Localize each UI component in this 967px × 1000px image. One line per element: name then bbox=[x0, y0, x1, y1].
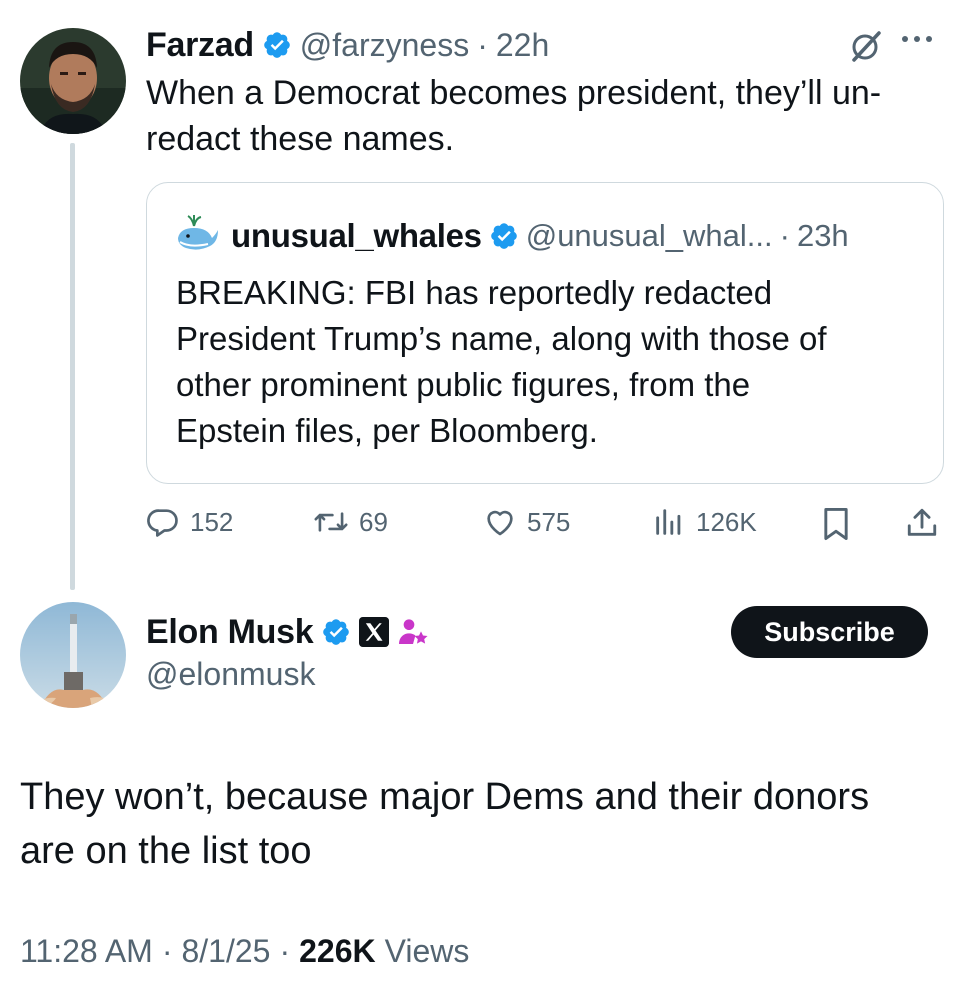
verified-badge-icon bbox=[489, 221, 519, 251]
reply-action[interactable]: 152 bbox=[146, 505, 233, 539]
quoted-text-line: BREAKING: FBI has reportedly redacted bbox=[176, 274, 773, 311]
parent-tweet-text: When a Democrat becomes president, they’… bbox=[146, 70, 946, 162]
parent-tweet-time[interactable]: 22h bbox=[496, 27, 549, 64]
thread-line bbox=[70, 143, 75, 590]
like-action[interactable]: 575 bbox=[483, 505, 570, 539]
reply-icon bbox=[146, 505, 180, 539]
timestamp-date[interactable]: 8/1/25 bbox=[181, 933, 270, 970]
quoted-text-line: other prominent public figures, from the bbox=[176, 366, 751, 403]
main-author-handle[interactable]: @elonmusk bbox=[146, 656, 315, 693]
main-tweet-text-line: They won’t, because major Dems and their… bbox=[20, 776, 870, 818]
separator-dot: · bbox=[161, 933, 173, 969]
bookmark-icon[interactable] bbox=[820, 506, 852, 547]
views-icon bbox=[652, 505, 686, 539]
parent-author-name[interactable]: Farzad bbox=[146, 26, 254, 65]
share-icon[interactable] bbox=[905, 505, 939, 546]
quoted-text-line: Epstein files, per Bloomberg. bbox=[176, 412, 598, 449]
main-tweet-header: Elon Musk bbox=[146, 609, 429, 655]
views-label: Views bbox=[384, 933, 470, 969]
repost-icon bbox=[313, 505, 349, 539]
tweet-meta: 11:28 AM · 8/1/25 · 226K Views bbox=[20, 933, 469, 970]
views-count: 126K bbox=[696, 506, 757, 537]
subscribe-button[interactable]: Subscribe bbox=[731, 606, 928, 658]
quoted-tweet-text: BREAKING: FBI has reportedly redacted Pr… bbox=[176, 270, 936, 454]
farzad-avatar[interactable] bbox=[20, 28, 126, 134]
reply-count: 152 bbox=[190, 506, 234, 537]
views-action[interactable]: 126K bbox=[652, 505, 757, 539]
x-logo-icon[interactable] bbox=[359, 617, 390, 647]
views-total: 226K bbox=[299, 933, 376, 969]
parent-tweet-text-line: redact these names. bbox=[146, 120, 455, 158]
whale-icon[interactable] bbox=[174, 212, 220, 258]
like-icon bbox=[483, 505, 517, 539]
repost-action[interactable]: 69 bbox=[313, 505, 388, 539]
main-tweet-text: They won’t, because major Dems and their… bbox=[20, 770, 950, 878]
parent-tweet-text-line: When a Democrat becomes president, they’… bbox=[146, 74, 882, 112]
elon-avatar[interactable] bbox=[20, 602, 126, 708]
grok-slash-icon[interactable] bbox=[848, 28, 884, 69]
separator-dot: · bbox=[779, 218, 790, 253]
parent-author-handle[interactable]: @farzyness bbox=[300, 27, 469, 64]
verified-badge-icon bbox=[321, 617, 351, 647]
main-author-name[interactable]: Elon Musk bbox=[146, 613, 314, 652]
like-count: 575 bbox=[527, 506, 571, 537]
parent-tweet-header: Farzad @farzyness · 22h bbox=[146, 23, 549, 67]
quoted-tweet-time[interactable]: 23h bbox=[797, 218, 849, 254]
main-tweet-text-line: are on the list too bbox=[20, 830, 312, 872]
repost-count: 69 bbox=[359, 506, 388, 537]
separator-dot: · bbox=[279, 933, 291, 969]
affiliate-icon[interactable] bbox=[397, 616, 429, 648]
quoted-text-line: President Trump’s name, along with those… bbox=[176, 320, 827, 357]
more-icon[interactable] bbox=[902, 36, 932, 42]
separator-dot: · bbox=[477, 26, 488, 63]
quoted-tweet-header: unusual_whales @unusual_whal... · 23h bbox=[231, 214, 849, 258]
verified-badge-icon bbox=[262, 30, 292, 60]
quoted-author-name[interactable]: unusual_whales bbox=[231, 217, 482, 255]
timestamp-time[interactable]: 11:28 AM bbox=[20, 933, 153, 970]
quoted-author-handle[interactable]: @unusual_whal... bbox=[526, 218, 773, 254]
